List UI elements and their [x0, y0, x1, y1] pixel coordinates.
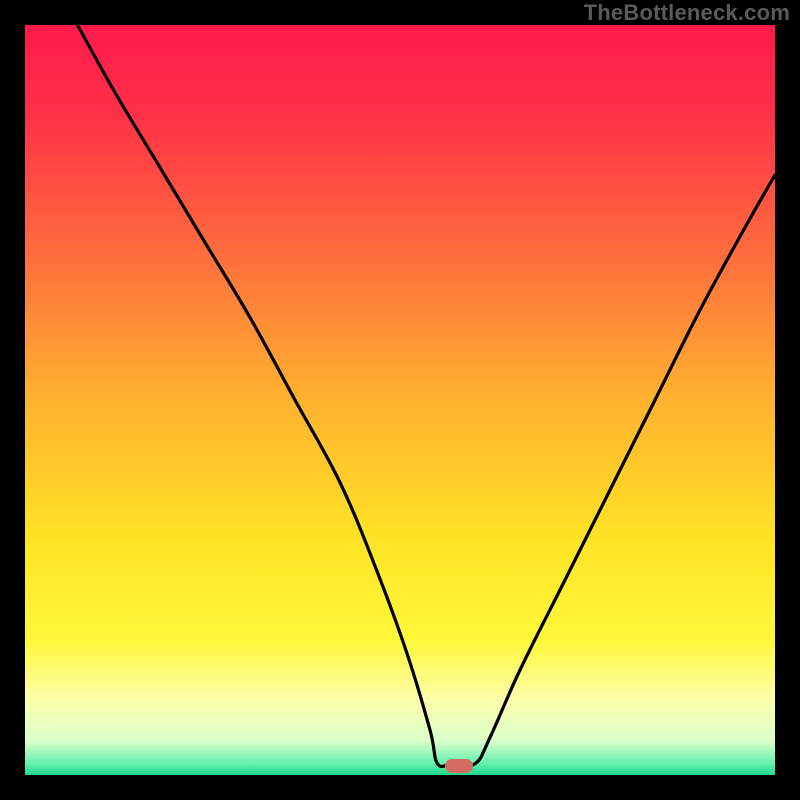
- chart-frame: TheBottleneck.com: [0, 0, 800, 800]
- attribution-label: TheBottleneck.com: [584, 0, 790, 26]
- bottleneck-curve-path: [78, 25, 776, 767]
- bottleneck-curve-svg: [25, 25, 775, 775]
- optimal-point-marker: [445, 759, 473, 773]
- plot-area: [25, 25, 775, 775]
